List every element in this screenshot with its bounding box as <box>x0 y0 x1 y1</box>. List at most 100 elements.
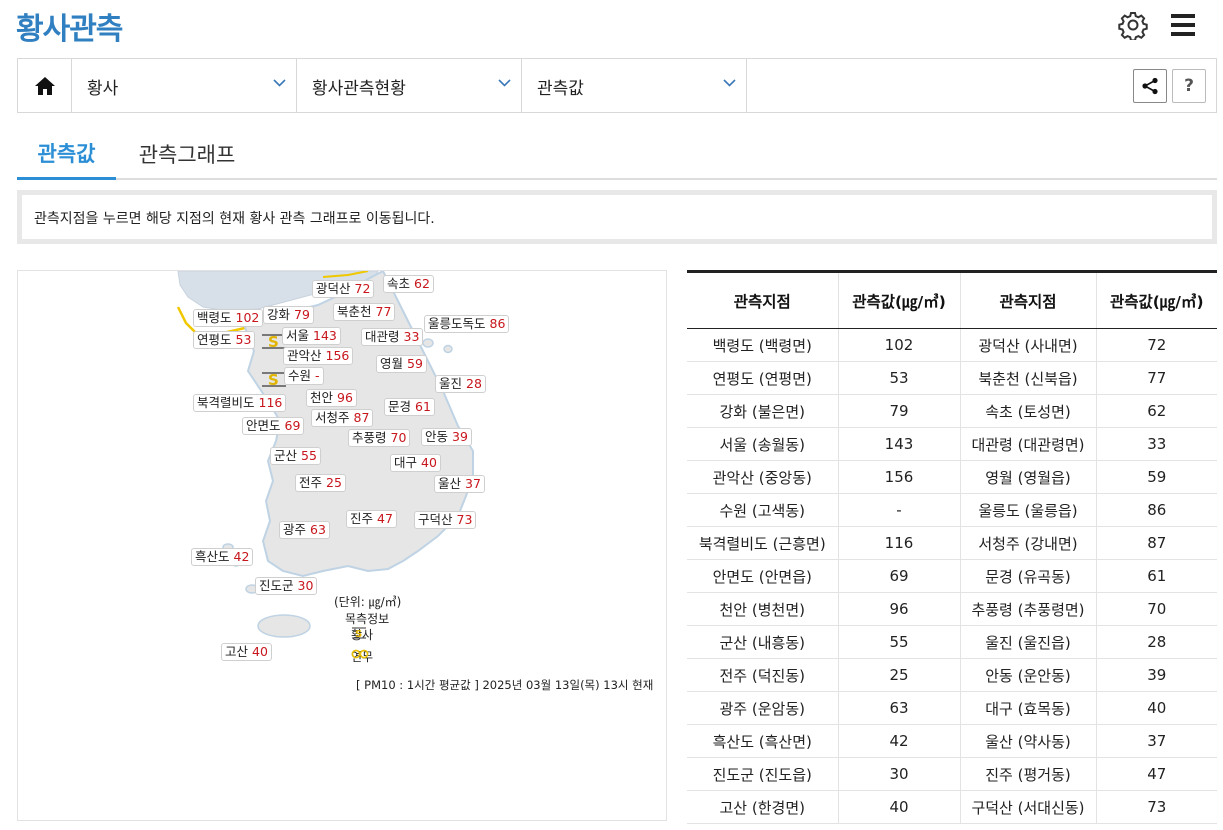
map-station[interactable]: 북격렬비도 116 <box>193 394 287 412</box>
map-station[interactable]: 영월 59 <box>376 355 427 373</box>
value-cell: 79 <box>838 394 961 428</box>
svg-text:S: S <box>268 371 279 389</box>
map-station[interactable]: 안면도 69 <box>242 417 305 435</box>
map-station[interactable]: 대구 40 <box>390 454 441 472</box>
map-station[interactable]: 광덕산 72 <box>312 280 375 298</box>
station-cell[interactable]: 속초 (토성면) <box>960 394 1097 428</box>
map-station-value: 55 <box>301 448 317 463</box>
map-station[interactable]: 안동 39 <box>421 428 472 446</box>
tab-observation-graph[interactable]: 관측그래프 <box>127 128 247 180</box>
map-station-value: 77 <box>375 304 392 319</box>
map-station[interactable]: 울진 28 <box>435 375 486 393</box>
station-cell[interactable]: 안동 (운안동) <box>960 658 1097 692</box>
header-station: 관측지점 <box>687 270 839 329</box>
map-station[interactable]: 진도군 30 <box>255 577 318 595</box>
page-dropdown[interactable]: 관측값 <box>522 59 747 112</box>
haze-legend-icon <box>351 649 369 659</box>
station-cell[interactable]: 흑산도 (흑산면) <box>687 724 839 758</box>
map-station-name: 안동 <box>425 429 449 444</box>
map-station-value: 40 <box>252 644 268 659</box>
map-station[interactable]: 고산 40 <box>221 643 272 661</box>
map-station[interactable]: 북춘천 77 <box>333 303 396 321</box>
map-station[interactable]: 구덕산 73 <box>414 511 477 529</box>
station-cell[interactable]: 추풍령 (추풍령면) <box>960 592 1097 626</box>
station-cell[interactable]: 영월 (영월읍) <box>960 460 1097 494</box>
map-station[interactable]: 속초 62 <box>383 275 434 293</box>
map-station[interactable]: 진주 47 <box>346 510 397 528</box>
map-station-value: 61 <box>415 399 431 414</box>
map-station[interactable]: 천안 96 <box>306 389 357 407</box>
value-cell: 96 <box>838 592 961 626</box>
map-station[interactable]: 서청주 87 <box>311 409 374 427</box>
table-header-row: 관측지점 관측값(㎍/㎥) 관측지점 관측값(㎍/㎥) <box>687 270 1217 329</box>
map-station[interactable]: 울릉도독도 86 <box>424 315 510 333</box>
station-cell[interactable]: 강화 (불은면) <box>687 394 839 428</box>
station-cell[interactable]: 고산 (한경면) <box>687 790 839 824</box>
map-station[interactable]: 전주 25 <box>295 474 346 492</box>
map-station[interactable]: 흑산도 42 <box>191 548 254 566</box>
station-cell[interactable]: 진도군 (진도읍) <box>687 757 839 791</box>
view-tabs: 관측값 관측그래프 <box>17 128 1217 180</box>
map-station-value: 86 <box>489 316 506 331</box>
map-station-value: 42 <box>233 549 250 564</box>
station-cell[interactable]: 진주 (평거동) <box>960 757 1097 791</box>
table-row: 연평도 (연평면) 53 북춘천 (신북읍) 77 <box>687 361 1217 395</box>
map-station[interactable]: 광주 63 <box>279 521 330 539</box>
map-station[interactable]: 수원 - <box>284 367 324 385</box>
category-dropdown[interactable]: 황사 <box>72 59 297 112</box>
hamburger-menu-icon[interactable] <box>1166 8 1200 42</box>
section-dropdown[interactable]: 황사관측현황 <box>297 59 522 112</box>
share-button[interactable] <box>1133 69 1167 103</box>
station-cell[interactable]: 수원 (고색동) <box>687 493 839 527</box>
map-station-value: 79 <box>294 307 310 322</box>
station-cell[interactable]: 북춘천 (신북읍) <box>960 361 1097 395</box>
station-cell[interactable]: 광덕산 (사내면) <box>960 328 1097 362</box>
station-cell[interactable]: 광주 (운암동) <box>687 691 839 725</box>
map-station-value: 25 <box>326 475 342 490</box>
value-cell: 59 <box>1096 460 1217 494</box>
map-station[interactable]: 연평도 53 <box>193 331 256 349</box>
station-cell[interactable]: 문경 (유곡동) <box>960 559 1097 593</box>
tab-observed-values[interactable]: 관측값 <box>17 128 116 180</box>
help-button[interactable]: ? <box>1172 69 1206 103</box>
map-station[interactable]: 강화 79 <box>263 306 314 324</box>
map-station[interactable]: 군산 55 <box>270 447 321 465</box>
map-station[interactable]: 서울 143 <box>282 327 341 345</box>
gear-icon[interactable] <box>1116 8 1150 42</box>
map-station[interactable]: 문경 61 <box>384 398 435 416</box>
home-button[interactable] <box>18 59 72 112</box>
map-station-value: 96 <box>337 390 353 405</box>
value-cell: 53 <box>838 361 961 395</box>
station-cell[interactable]: 울진 (울진읍) <box>960 625 1097 659</box>
map-station-name: 울진 <box>439 376 463 391</box>
station-cell[interactable]: 구덕산 (서대신동) <box>960 790 1097 824</box>
station-cell[interactable]: 연평도 (연평면) <box>687 361 839 395</box>
map-station-name: 속초 <box>387 276 411 291</box>
value-cell: 42 <box>838 724 961 758</box>
map-station[interactable]: 추풍령 70 <box>348 429 411 447</box>
station-cell[interactable]: 북격렬비도 (근흥면) <box>687 526 839 560</box>
map-station[interactable]: 관악산 156 <box>283 347 354 365</box>
station-cell[interactable]: 울산 (약사동) <box>960 724 1097 758</box>
station-cell[interactable]: 대관령 (대관령면) <box>960 427 1097 461</box>
station-cell[interactable]: 서청주 (강내면) <box>960 526 1097 560</box>
station-cell[interactable]: 전주 (덕진동) <box>687 658 839 692</box>
map-station[interactable]: 대관령 33 <box>361 328 424 346</box>
station-cell[interactable]: 군산 (내흥동) <box>687 625 839 659</box>
map-station[interactable]: 백령도 102 <box>193 309 264 327</box>
map-station-name: 대구 <box>394 455 418 470</box>
station-cell[interactable]: 서울 (송월동) <box>687 427 839 461</box>
station-cell[interactable]: 백령도 (백령면) <box>687 328 839 362</box>
value-cell: 40 <box>1096 691 1217 725</box>
station-cell[interactable]: 안면도 (안면읍) <box>687 559 839 593</box>
station-cell[interactable]: 천안 (병천면) <box>687 592 839 626</box>
value-cell: 28 <box>1096 625 1217 659</box>
map-station-name: 울산 <box>438 476 462 491</box>
map-station-name: 천안 <box>310 390 334 405</box>
chevron-down-icon <box>723 79 736 87</box>
station-cell[interactable]: 관악산 (중앙동) <box>687 460 839 494</box>
station-cell[interactable]: 대구 (효목동) <box>960 691 1097 725</box>
station-cell[interactable]: 울릉도 (울릉읍) <box>960 493 1097 527</box>
map-station-value: 87 <box>353 410 370 425</box>
map-station[interactable]: 울산 37 <box>434 475 485 493</box>
